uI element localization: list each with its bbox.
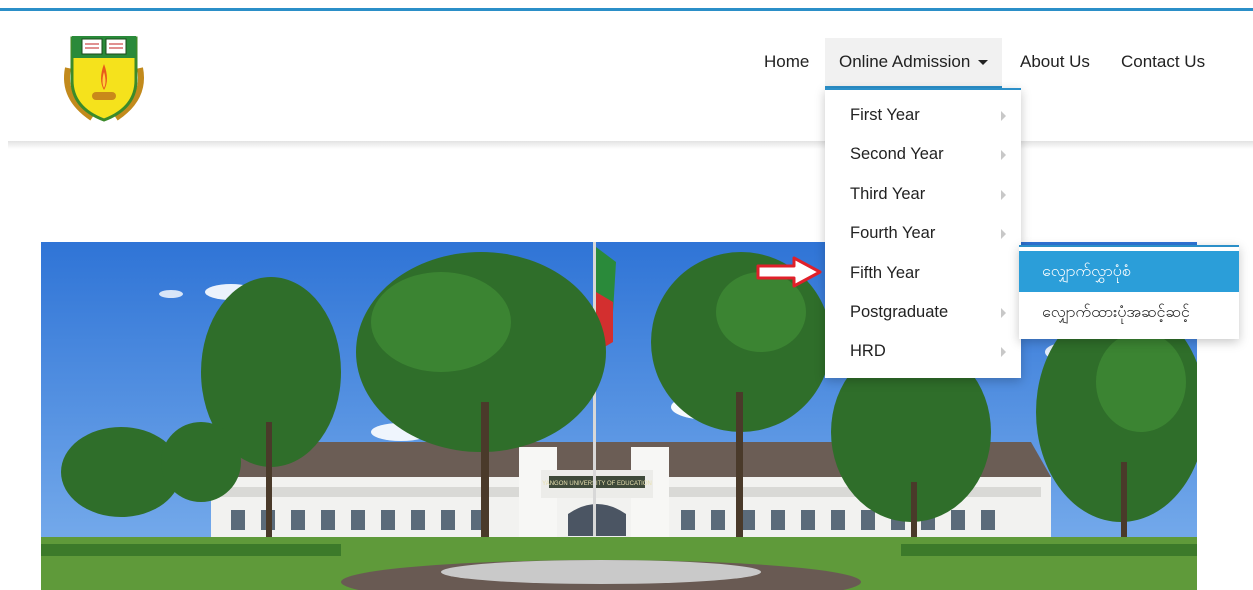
nav-home-label: Home bbox=[764, 52, 810, 71]
fifth-year-submenu: လျှောက်လွှာပုံစံ လျှောက်ထားပုံအဆင့်ဆင့် bbox=[1019, 245, 1239, 339]
dropdown-item-label: First Year bbox=[850, 106, 920, 124]
dropdown-item-hrd[interactable]: HRD bbox=[825, 332, 1021, 371]
chevron-right-icon bbox=[1001, 150, 1006, 161]
header-shadow bbox=[8, 141, 1253, 149]
page: Home Online Admission About Us Contact U… bbox=[0, 0, 1253, 590]
nav-online-admission[interactable]: Online Admission bbox=[825, 38, 1003, 88]
submenu-item-label: လျှောက်လွှာပုံစံ bbox=[1042, 263, 1131, 280]
submenu-item-label: လျှောက်ထားပုံအဆင့်ဆင့် bbox=[1042, 304, 1190, 321]
dropdown-item-label: Fifth Year bbox=[850, 263, 920, 282]
nav-contact-us-label: Contact Us bbox=[1121, 52, 1206, 71]
chevron-right-icon bbox=[1001, 111, 1006, 121]
admission-dropdown-menu: First Year Second Year Third Year Fourth… bbox=[825, 88, 1021, 378]
chevron-right-icon bbox=[1001, 307, 1006, 318]
building-sign-text: YANGON UNIVERSITY OF EDUCATION bbox=[542, 481, 652, 487]
submenu-item-application-form[interactable]: လျှောက်လွှာပုံစံ bbox=[1019, 251, 1239, 292]
dropdown-item-postgraduate[interactable]: Postgraduate bbox=[825, 293, 1021, 332]
dropdown-item-fourth-year[interactable]: Fourth Year bbox=[825, 214, 1021, 253]
chevron-right-icon bbox=[1001, 189, 1006, 200]
chevron-right-icon bbox=[1001, 347, 1006, 358]
dropdown-item-label: Fourth Year bbox=[850, 224, 936, 243]
nav-contact-us[interactable]: Contact Us bbox=[1121, 38, 1205, 86]
dropdown-item-label: Second Year bbox=[850, 145, 944, 164]
dropdown-item-fifth-year[interactable]: Fifth Year bbox=[825, 254, 1021, 293]
caret-down-icon bbox=[978, 60, 989, 66]
nav-about-us[interactable]: About Us bbox=[1020, 38, 1090, 86]
chevron-right-icon bbox=[1001, 229, 1006, 240]
dropdown-item-first-year[interactable]: First Year bbox=[825, 96, 1021, 135]
dropdown-item-second-year[interactable]: Second Year bbox=[825, 135, 1021, 174]
nav-online-admission-label: Online Admission bbox=[839, 52, 971, 71]
dropdown-item-third-year[interactable]: Third Year bbox=[825, 175, 1021, 214]
nav-home[interactable]: Home bbox=[764, 38, 809, 86]
dropdown-item-label: Third Year bbox=[850, 184, 926, 203]
dropdown-item-label: Postgraduate bbox=[850, 302, 949, 321]
dropdown-item-label: HRD bbox=[850, 342, 886, 361]
red-pointer-arrow-icon bbox=[756, 256, 822, 288]
main-nav: Home Online Admission About Us Contact U… bbox=[0, 38, 1253, 88]
submenu-item-application-steps[interactable]: လျှောက်ထားပုံအဆင့်ဆင့် bbox=[1019, 292, 1239, 333]
nav-about-us-label: About Us bbox=[1020, 52, 1090, 71]
